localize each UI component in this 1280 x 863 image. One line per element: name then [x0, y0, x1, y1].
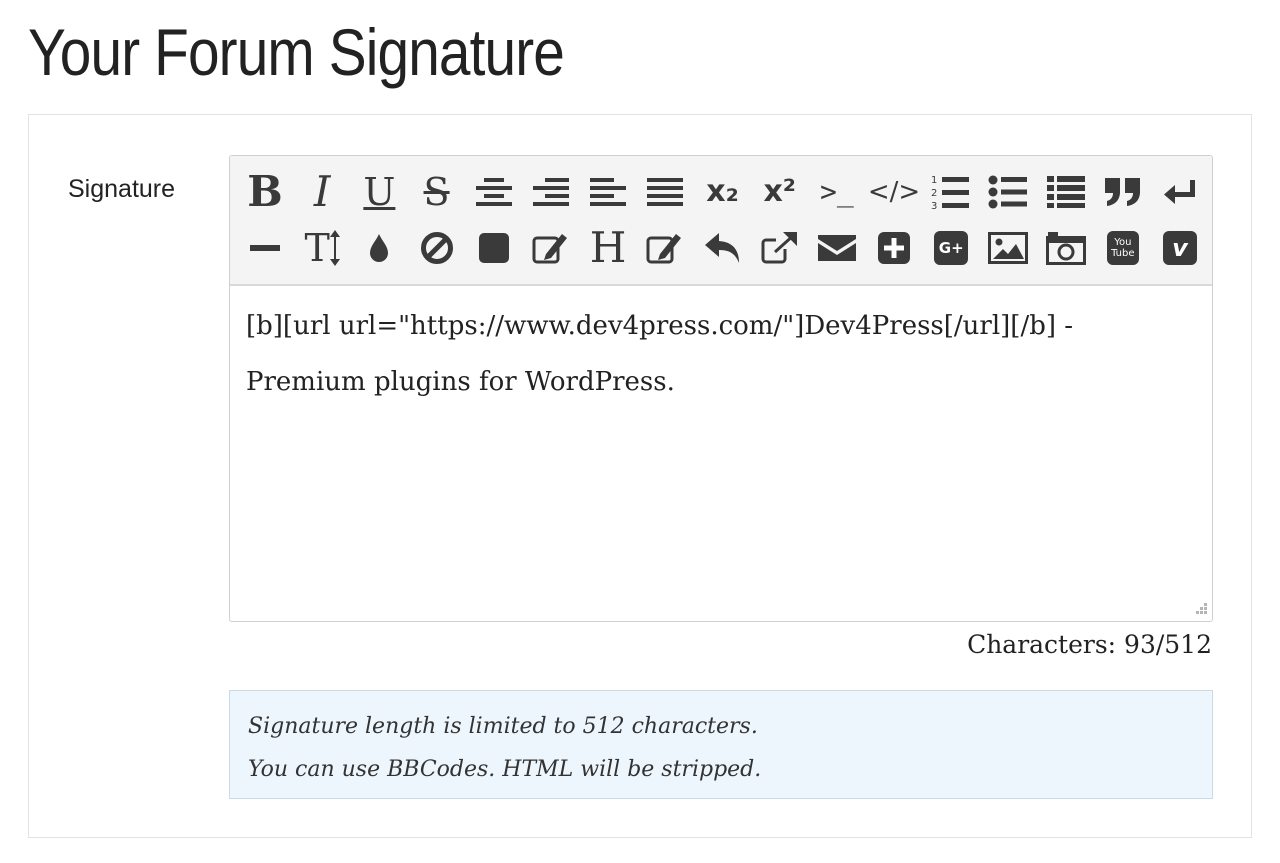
square-icon	[478, 233, 509, 263]
page-title: Your Forum Signature	[28, 15, 565, 89]
align-center-icon	[475, 178, 512, 206]
quote-icon	[1104, 178, 1140, 206]
color-button[interactable]	[354, 222, 404, 274]
google-plus-glyph: G+	[938, 239, 964, 257]
editor-toolbar: B I U S x₂ x² >_ </> 1 2 3 T H G+ You Tu…	[230, 156, 1212, 286]
bold-button[interactable]: B	[240, 166, 290, 218]
reply-icon	[704, 233, 739, 263]
align-center-button[interactable]	[469, 166, 519, 218]
strikethrough-button[interactable]: S	[412, 166, 462, 218]
align-left-icon	[590, 178, 627, 206]
camera-icon	[1045, 232, 1086, 265]
google-plus-icon: G+	[934, 231, 969, 265]
vimeo-glyph: v	[1172, 234, 1188, 262]
google-plus-button[interactable]: G+	[926, 222, 976, 274]
webshot-button[interactable]	[1041, 222, 1091, 274]
unordered-list-icon	[988, 175, 1028, 209]
edit-icon	[532, 234, 567, 264]
align-right-icon	[532, 178, 569, 206]
youtube-button[interactable]: You Tube	[1098, 222, 1148, 274]
italic-button[interactable]: I	[297, 166, 347, 218]
superscript-button[interactable]: x²	[755, 166, 805, 218]
ordered-list-icon: 1 2 3	[931, 175, 970, 211]
image-button[interactable]	[983, 222, 1033, 274]
font-size-button[interactable]: T	[297, 222, 347, 274]
unordered-list-button[interactable]	[983, 166, 1033, 218]
block-button[interactable]	[469, 222, 519, 274]
color-drop-icon	[370, 234, 389, 262]
nobbc-button[interactable]	[412, 222, 462, 274]
youtube-glyph: You Tube	[1111, 237, 1135, 259]
list-icon	[1046, 176, 1085, 208]
underline-icon: U	[363, 170, 396, 214]
code-icon: </>	[867, 177, 921, 207]
heading-button[interactable]: H	[583, 222, 633, 274]
bbcode-editor: B I U S x₂ x² >_ </> 1 2 3 T H G+ You Tu…	[229, 155, 1213, 622]
align-left-button[interactable]	[583, 166, 633, 218]
image-icon	[988, 232, 1029, 264]
svg-text:3: 3	[931, 201, 937, 211]
notice-line-1: Signature length is limited to 512 chara…	[248, 714, 758, 739]
vimeo-button[interactable]: v	[1155, 222, 1205, 274]
note-edit-icon	[646, 234, 682, 264]
heading-icon: H	[589, 223, 627, 272]
font-size-icon: T	[304, 226, 330, 270]
ordered-list-button[interactable]: 1 2 3	[926, 166, 976, 218]
font-size-arrows-icon	[329, 230, 340, 266]
horizontal-rule-button[interactable]	[240, 222, 290, 274]
plus-square-icon	[878, 232, 911, 264]
external-link-icon	[761, 232, 797, 264]
signature-notice: Signature length is limited to 512 chara…	[229, 690, 1213, 799]
italic-icon: I	[313, 167, 331, 216]
external-link-button[interactable]	[755, 222, 805, 274]
svg-text:1: 1	[931, 175, 937, 186]
svg-text:2: 2	[931, 188, 937, 199]
justify-icon	[647, 178, 684, 206]
youtube-icon: You Tube	[1106, 231, 1139, 265]
toolbar-row-1: B I U S x₂ x² >_ </> 1 2 3	[240, 166, 1212, 218]
line-break-button[interactable]	[1155, 166, 1205, 218]
align-right-button[interactable]	[526, 166, 576, 218]
ban-icon	[420, 232, 453, 264]
underline-button[interactable]: U	[354, 166, 404, 218]
signature-textarea[interactable]: [b][url url="https://www.dev4press.com/"…	[230, 284, 1212, 621]
resize-grip-icon[interactable]	[1192, 601, 1208, 617]
terminal-icon: >_	[820, 175, 854, 208]
horizontal-rule-icon	[250, 245, 280, 251]
justify-button[interactable]	[640, 166, 690, 218]
bold-icon: B	[247, 167, 283, 216]
strikethrough-icon: S	[423, 170, 450, 214]
line-break-icon	[1164, 180, 1195, 204]
subscript-button[interactable]: x₂	[698, 166, 748, 218]
quote-button[interactable]	[1098, 166, 1148, 218]
vimeo-icon: v	[1163, 231, 1197, 265]
superscript-icon: x²	[763, 174, 796, 209]
edit-button[interactable]	[526, 222, 576, 274]
code-button[interactable]: </>	[867, 166, 921, 218]
terminal-button[interactable]: >_	[812, 166, 862, 218]
email-button[interactable]	[812, 222, 862, 274]
reply-button[interactable]	[698, 222, 748, 274]
envelope-icon	[817, 235, 856, 261]
list-button[interactable]	[1041, 166, 1091, 218]
character-counter: Characters: 93/512	[967, 630, 1212, 659]
signature-label: Signature	[68, 175, 176, 203]
subscript-icon: x₂	[706, 174, 739, 209]
note-button[interactable]	[640, 222, 690, 274]
add-button[interactable]	[869, 222, 919, 274]
notice-line-2: You can use BBCodes. HTML will be stripp…	[248, 757, 762, 782]
toolbar-row-2: T H G+ You Tube v	[240, 222, 1212, 274]
